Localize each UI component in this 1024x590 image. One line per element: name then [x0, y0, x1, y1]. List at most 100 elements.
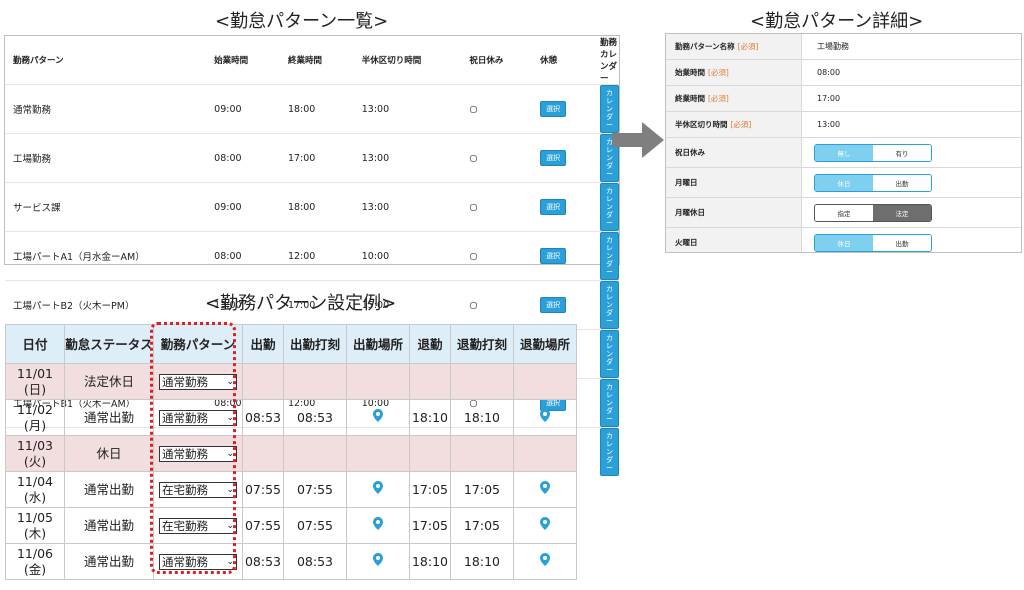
clock-in-cell: 08:53: [242, 399, 284, 436]
toggle-option-right[interactable]: 法定: [873, 204, 931, 221]
chevron-down-icon: ⌄: [226, 484, 234, 495]
status-cell: 通常出勤: [64, 507, 154, 544]
example-col-header: 退勤: [409, 324, 451, 364]
pattern-row[interactable]: 工場勤務 08:00 17:00 13:00 ○ 選択 カレンダー: [5, 133, 619, 183]
pattern-select[interactable]: 在宅勤務 ⌄: [159, 481, 237, 498]
pattern-name: 工場パートB2（火木ーPM）: [5, 280, 207, 330]
pattern-select[interactable]: 通常勤務 ⌄: [159, 409, 237, 426]
holiday-cell: ○: [461, 231, 533, 281]
example-row: 11/03 (火) 休日 通常勤務 ⌄: [5, 435, 577, 472]
calendar-cell: カレンダー: [592, 231, 619, 281]
break-select-button[interactable]: 選択: [540, 248, 567, 264]
toggle-option-right[interactable]: 出勤: [873, 174, 931, 191]
attendance-example-table: 日付 勤怠ステータス 勤務パターン 出勤 出勤打刻 出勤場所 退勤 退勤打刻 退勤場所 11/0…: [5, 324, 577, 580]
pattern-select-value: 通常勤務: [162, 374, 208, 389]
calendar-button[interactable]: カレンダー: [600, 330, 619, 378]
list-col-header: 勤務パターン: [13, 56, 64, 66]
clock-in-stamp-cell: 08:53: [283, 543, 347, 580]
toggle-option-left[interactable]: 休日: [815, 174, 873, 191]
start-time: 09:00: [206, 84, 280, 134]
holiday-cell: ○: [461, 133, 533, 183]
toggle-option-left[interactable]: 休日: [815, 234, 873, 251]
location-pin-icon[interactable]: [373, 517, 383, 530]
break-select-button[interactable]: 選択: [540, 150, 567, 166]
location-pin-icon[interactable]: [373, 481, 383, 494]
list-heading: <勤怠パターン一覧>: [215, 11, 389, 32]
toggle-option-right[interactable]: 有り: [873, 144, 931, 161]
detail-toggle-row: 月曜休日 指定 法定: [666, 198, 1021, 228]
calendar-button[interactable]: カレンダー: [600, 183, 619, 231]
clock-out-place-cell: [513, 363, 577, 400]
break-select-button[interactable]: 選択: [540, 199, 567, 215]
clock-in-place-cell: [346, 435, 410, 472]
pattern-select[interactable]: 通常勤務 ⌄: [159, 445, 237, 462]
pattern-row[interactable]: 工場パートB2（火木ーPM） 13:00 17:00 15:00 ○ 選択 カレンダー: [5, 280, 619, 330]
pattern-select-value: 通常勤務: [162, 446, 208, 461]
calendar-button[interactable]: カレンダー: [600, 379, 619, 427]
holiday-cell: ○: [461, 84, 533, 134]
field-label-text: 勤務パターン名称: [675, 42, 735, 51]
segmented-toggle[interactable]: 指定 法定: [814, 203, 932, 222]
status-cell: 休日: [64, 435, 154, 472]
calendar-button[interactable]: カレンダー: [600, 281, 619, 329]
status-cell: 通常出勤: [64, 471, 154, 508]
location-pin-icon[interactable]: [540, 409, 550, 422]
break-select-button[interactable]: 選択: [540, 297, 567, 313]
half-day-time: 13:00: [353, 182, 462, 232]
detail-heading: <勤怠パターン詳細>: [750, 11, 924, 32]
location-pin-icon[interactable]: [540, 553, 550, 566]
break-cell: 選択: [532, 280, 592, 330]
location-pin-icon[interactable]: [373, 409, 383, 422]
list-col-header: 休憩: [540, 56, 558, 66]
calendar-button[interactable]: カレンダー: [600, 428, 619, 476]
location-pin-icon[interactable]: [540, 517, 550, 530]
required-mark: [必須]: [708, 94, 729, 103]
pattern-row[interactable]: 工場パートA1（月水金ーAM） 08:00 12:00 10:00 ○ 選択 カレンダー: [5, 231, 619, 281]
chevron-down-icon: ⌄: [226, 556, 234, 567]
segmented-toggle[interactable]: 休日 出勤: [814, 233, 932, 252]
detail-field-input[interactable]: 13:00: [802, 112, 1021, 137]
toggle-option-right[interactable]: 出勤: [873, 234, 931, 251]
detail-field-label: 半休区切り時間 [必須]: [666, 112, 802, 137]
clock-in-cell: 07:55: [242, 507, 284, 544]
required-mark: [必須]: [708, 68, 729, 77]
example-col-header: 勤怠ステータス: [64, 324, 154, 364]
detail-field-label: 勤務パターン名称 [必須]: [666, 34, 802, 59]
location-pin-icon[interactable]: [540, 481, 550, 494]
clock-out-cell: 18:10: [409, 399, 451, 436]
half-day-time: 13:00: [353, 133, 462, 183]
segmented-toggle[interactable]: 休日 出勤: [814, 173, 932, 192]
break-select-button[interactable]: 選択: [540, 101, 567, 117]
location-pin-icon[interactable]: [373, 553, 383, 566]
status-cell: 法定休日: [64, 363, 154, 400]
clock-out-cell: 17:05: [409, 507, 451, 544]
example-row: 11/05 (木) 通常出勤 在宅勤務 ⌄ 07:55 07:55 17:05 17:05: [5, 507, 577, 544]
segmented-toggle[interactable]: 無し 有り: [814, 143, 932, 162]
start-time: 08:00: [206, 133, 280, 183]
pattern-select[interactable]: 在宅勤務 ⌄: [159, 517, 237, 534]
clock-out-place-cell: [513, 543, 577, 580]
break-cell: 選択: [532, 133, 592, 183]
status-cell: 通常出勤: [64, 399, 154, 436]
pattern-detail-panel: 勤務パターン名称 [必須] 工場勤務 始業時間 [必須] 08:00 終業時間 [必須] 17:…: [665, 33, 1022, 253]
clock-in-place-cell: [346, 471, 410, 508]
detail-toggle-cell: 指定 法定: [802, 198, 1021, 227]
toggle-option-left[interactable]: 指定: [815, 204, 873, 221]
pattern-select-value: 在宅勤務: [162, 518, 208, 533]
toggle-option-left[interactable]: 無し: [815, 144, 873, 161]
detail-field-input[interactable]: 工場勤務: [802, 34, 1021, 59]
pattern-row[interactable]: サービス課 09:00 18:00 13:00 ○ 選択 カレンダー: [5, 182, 619, 232]
holiday-cell: ○: [461, 280, 533, 330]
pattern-select[interactable]: 通常勤務 ⌄: [159, 373, 237, 390]
list-col-header: 始業時間: [214, 56, 249, 66]
pattern-name: 工場パートA1（月水金ーAM）: [5, 231, 207, 281]
required-mark: [必須]: [737, 42, 759, 51]
pattern-select[interactable]: 通常勤務 ⌄: [159, 553, 237, 570]
calendar-button[interactable]: カレンダー: [600, 232, 619, 280]
pattern-row[interactable]: 通常勤務 09:00 18:00 13:00 ○ 選択 カレンダー: [5, 84, 619, 134]
pattern-cell: 通常勤務 ⌄: [153, 543, 243, 580]
clock-out-stamp-cell: 17:05: [450, 471, 514, 508]
detail-field-input[interactable]: 17:00: [802, 86, 1021, 111]
detail-field-input[interactable]: 08:00: [802, 60, 1021, 85]
clock-in-place-cell: [346, 399, 410, 436]
